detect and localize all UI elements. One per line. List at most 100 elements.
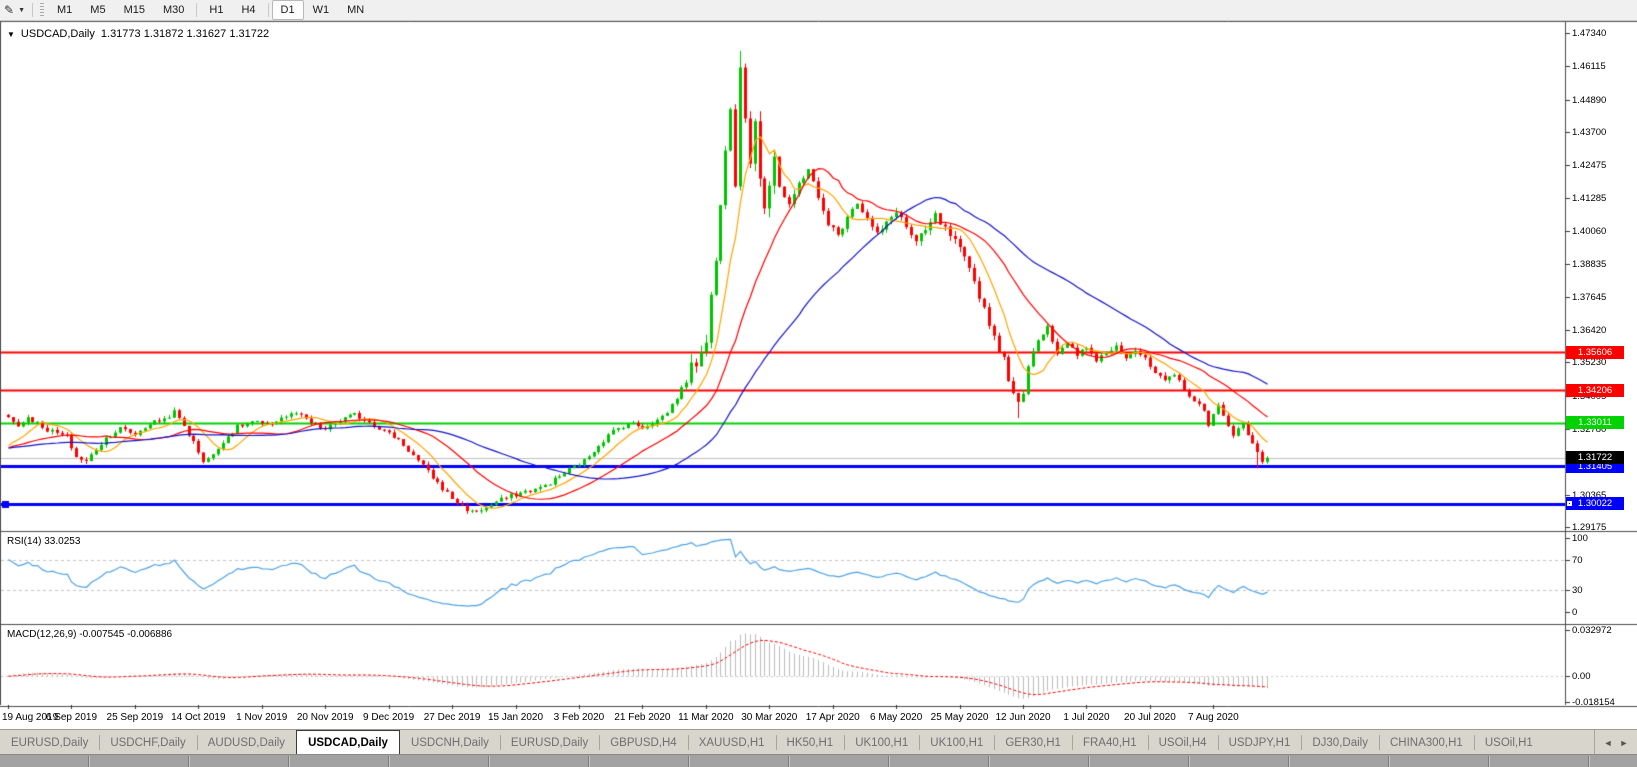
status-pane-divider (388, 756, 390, 767)
rsi-axis-tick: 30 (1572, 585, 1583, 596)
price-axis-tick: 1.35230 (1572, 357, 1606, 368)
timeframe-button-m1[interactable]: M1 (48, 0, 81, 20)
date-label: 30 Mar 2020 (741, 712, 797, 723)
timeframe-button-w1[interactable]: W1 (304, 0, 339, 20)
date-label: 27 Dec 2019 (424, 712, 481, 723)
timeframe-buttons: M1M5M15M30 H1H4 D1W1MN (48, 0, 373, 20)
status-pane-divider (88, 756, 90, 767)
tab-hk50-h1[interactable]: HK50,H1 (776, 730, 845, 755)
status-pane-divider (188, 756, 190, 767)
tab-scroll-arrows: ◄ ► (1594, 730, 1637, 755)
tab-xauusd-h1[interactable]: XAUUSD,H1 (688, 730, 776, 755)
tab-audusd-daily[interactable]: AUDUSD,Daily (197, 730, 296, 755)
status-pane-divider (688, 756, 690, 767)
chart-symbol-label: USDCAD,Daily (21, 28, 95, 40)
date-label: 25 Sep 2019 (107, 712, 164, 723)
chart-tabs: EURUSD,DailyUSDCHF,DailyAUDUSD,DailyUSDC… (0, 730, 1544, 755)
status-pane-divider (788, 756, 790, 767)
price-axis-tick: 1.42475 (1572, 160, 1606, 171)
draw-tool-button[interactable]: ✎ ▼ (0, 0, 29, 20)
price-axis-tick: 1.38835 (1572, 259, 1606, 270)
status-pane-divider (1288, 756, 1290, 767)
chart-dropdown-icon[interactable]: ▼ (7, 30, 15, 39)
chart-canvas[interactable] (0, 0, 1637, 767)
date-label: 11 Mar 2020 (678, 712, 733, 723)
date-label: 1 Jul 2020 (1063, 712, 1109, 723)
rsi-axis-tick: 0 (1572, 607, 1577, 618)
status-pane-divider (288, 756, 290, 767)
toolbar-separator (196, 3, 197, 17)
price-axis-tick: 1.37645 (1572, 292, 1606, 303)
price-axis-tick: 1.44890 (1572, 95, 1606, 106)
timeframe-toolbar: ✎ ▼ M1M5M15M30 H1H4 D1W1MN (0, 0, 1637, 21)
line-drag-handle[interactable] (1566, 500, 1573, 507)
status-pane-divider (588, 756, 590, 767)
tab-china300-h1[interactable]: CHINA300,H1 (1379, 730, 1474, 755)
price-axis-tick: 1.46115 (1572, 61, 1606, 72)
tab-eurusd-daily[interactable]: EURUSD,Daily (500, 730, 599, 755)
status-pane-divider (1488, 756, 1490, 767)
tab-usoil-h1[interactable]: USOil,H1 (1474, 730, 1544, 755)
tab-usdjpy-h1[interactable]: USDJPY,H1 (1218, 730, 1302, 755)
price-level-label: 1.33011 (1566, 416, 1624, 429)
timeframe-button-h4[interactable]: H4 (232, 0, 264, 20)
timeframe-button-h1[interactable]: H1 (200, 0, 232, 20)
tab-uk100-h1[interactable]: UK100,H1 (844, 730, 919, 755)
tab-dj30-daily[interactable]: DJ30,Daily (1301, 730, 1379, 755)
pencil-draw-icon: ✎ (4, 4, 14, 16)
chart-title: ▼ USDCAD,Daily 1.31773 1.31872 1.31627 1… (7, 28, 269, 40)
timeframe-button-m15[interactable]: M15 (115, 0, 154, 20)
macd-axis-tick: -0.018154 (1572, 697, 1615, 708)
price-axis-tick: 1.36420 (1572, 325, 1606, 336)
macd-axis-tick: 0.00 (1572, 671, 1591, 682)
tab-usoil-h4[interactable]: USOil,H4 (1148, 730, 1218, 755)
mt4-application-window: ✎ ▼ M1M5M15M30 H1H4 D1W1MN ▼ USDCAD,Daily … (0, 0, 1637, 767)
date-label: 6 Sep 2019 (46, 712, 97, 723)
macd-indicator-label: MACD(12,26,9) -0.007545 -0.006886 (7, 629, 172, 640)
toolbar-separator (32, 3, 33, 17)
tab-uk100-h1[interactable]: UK100,H1 (919, 730, 994, 755)
date-label: 21 Feb 2020 (614, 712, 670, 723)
status-pane-divider (1388, 756, 1390, 767)
tab-ger30-h1[interactable]: GER30,H1 (994, 730, 1072, 755)
macd-axis-tick: 0.032972 (1572, 625, 1612, 636)
status-pane-divider (1188, 756, 1190, 767)
status-pane-divider (488, 756, 490, 767)
status-pane-divider (888, 756, 890, 767)
date-label: 7 Aug 2020 (1188, 712, 1239, 723)
date-label: 20 Nov 2019 (297, 712, 354, 723)
date-label: 1 Nov 2019 (236, 712, 287, 723)
tab-scroll-right-icon[interactable]: ► (1617, 738, 1631, 748)
date-label: 6 May 2020 (870, 712, 922, 723)
date-label: 17 Apr 2020 (806, 712, 860, 723)
tab-usdchf-daily[interactable]: USDCHF,Daily (99, 730, 196, 755)
date-label: 3 Feb 2020 (554, 712, 605, 723)
timeframe-button-d1[interactable]: D1 (272, 0, 304, 20)
status-bar (0, 754, 1637, 767)
timeframe-button-m30[interactable]: M30 (154, 0, 193, 20)
rsi-axis-tick: 70 (1572, 555, 1583, 566)
status-pane-divider (1588, 756, 1590, 767)
price-axis-tick: 1.43700 (1572, 127, 1606, 138)
timeframe-button-m5[interactable]: M5 (81, 0, 114, 20)
price-level-label: 1.30022 (1566, 497, 1624, 510)
status-pane-divider (1088, 756, 1090, 767)
tab-usdcnh-daily[interactable]: USDCNH,Daily (400, 730, 500, 755)
tab-scroll-left-icon[interactable]: ◄ (1601, 738, 1615, 748)
price-axis-tick: 1.40060 (1572, 226, 1606, 237)
date-label: 15 Jan 2020 (488, 712, 543, 723)
tab-eurusd-daily[interactable]: EURUSD,Daily (0, 730, 99, 755)
price-level-label: 1.34206 (1566, 384, 1624, 397)
toolbar-grip-handle[interactable] (40, 3, 44, 17)
chart-tab-bar: EURUSD,DailyUSDCHF,DailyAUDUSD,DailyUSDC… (0, 729, 1637, 755)
chart-ohlc-values: 1.31773 1.31872 1.31627 1.31722 (101, 28, 269, 40)
timeframe-button-mn[interactable]: MN (338, 0, 373, 20)
caret-down-icon: ▼ (18, 7, 25, 14)
tab-fra40-h1[interactable]: FRA40,H1 (1072, 730, 1148, 755)
rsi-indicator-label: RSI(14) 33.0253 (7, 536, 80, 547)
date-label: 9 Dec 2019 (363, 712, 414, 723)
price-axis-tick: 1.41285 (1572, 193, 1606, 204)
tab-usdcad-daily[interactable]: USDCAD,Daily (296, 730, 400, 755)
tab-gbpusd-h4[interactable]: GBPUSD,H4 (599, 730, 687, 755)
price-axis-tick: 1.29175 (1572, 522, 1606, 533)
